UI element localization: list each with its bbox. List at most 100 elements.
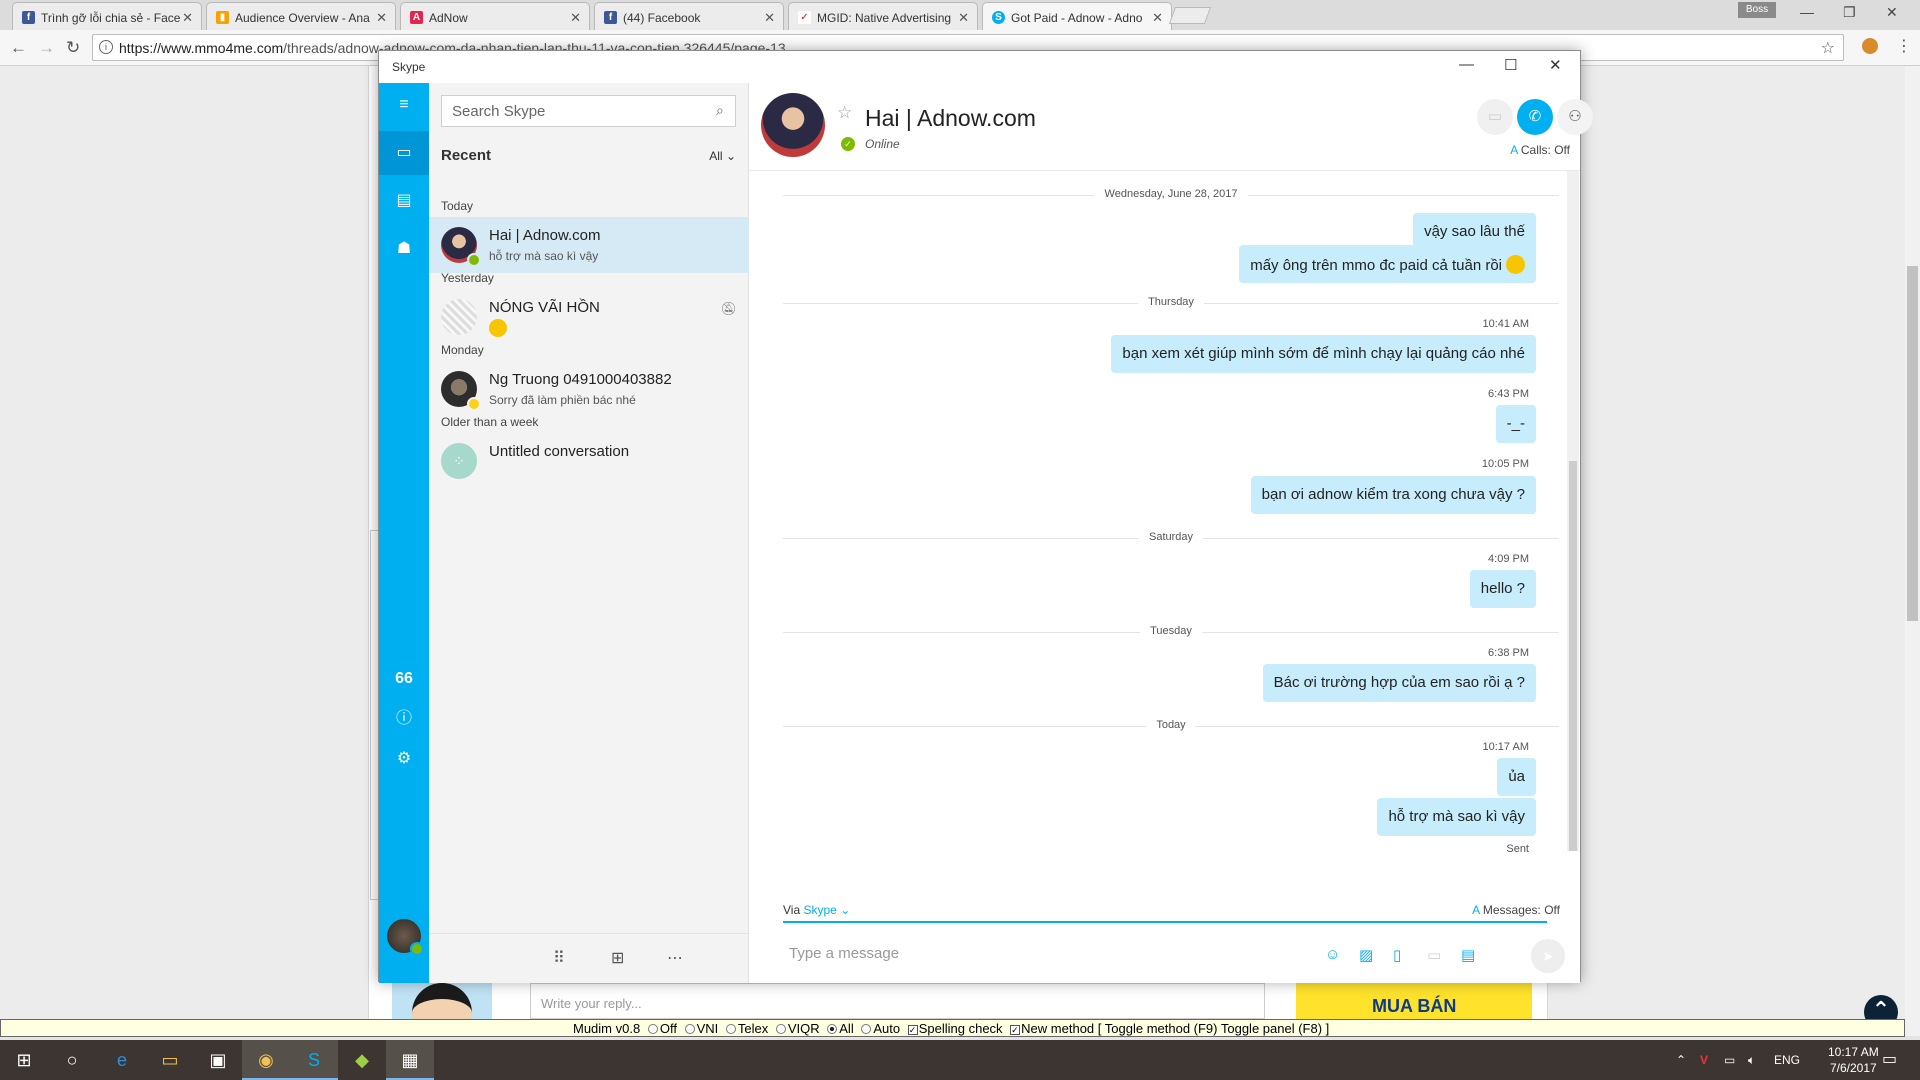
- spelling-checkbox[interactable]: ✓: [907, 1025, 918, 1035]
- translator-icon: A: [1472, 903, 1480, 917]
- contact-avatar[interactable]: [761, 93, 825, 157]
- close-icon[interactable]: ✕: [570, 10, 581, 26]
- extension-icon[interactable]: [1862, 38, 1878, 54]
- via-selector[interactable]: Via Skype ⌄: [783, 903, 850, 917]
- send-button[interactable]: ➤: [1531, 939, 1565, 973]
- maximize-icon[interactable]: ❐: [1843, 4, 1856, 21]
- system-clock[interactable]: 10:17 AM 7/6/2017: [1828, 1044, 1879, 1076]
- file-explorer-icon[interactable]: ▭: [146, 1040, 194, 1080]
- reload-icon[interactable]: ↻: [66, 38, 80, 58]
- close-window-icon[interactable]: ✕: [1886, 4, 1898, 21]
- add-people-icon[interactable]: ⚇: [1557, 99, 1593, 135]
- page-scrollbar[interactable]: [1905, 66, 1920, 1036]
- quote-icon[interactable]: 66: [379, 657, 429, 701]
- video-call-icon[interactable]: ▭: [1477, 99, 1513, 135]
- browser-tab[interactable]: A AdNow ✕: [400, 2, 590, 30]
- message-bubble[interactable]: Bác ơi trường hợp của em sao rồi ạ ?: [1262, 664, 1536, 702]
- message-bubble[interactable]: hello ?: [1469, 570, 1536, 608]
- bookmark-star-icon[interactable]: ☆: [1821, 38, 1835, 58]
- action-center-icon[interactable]: ▭: [1882, 1040, 1897, 1080]
- browser-tab[interactable]: f (44) Facebook ✕: [594, 2, 784, 30]
- conversation-item[interactable]: Ng Truong 0491000403882 Sorry đã làm phi…: [429, 361, 749, 417]
- antivirus-tray-icon[interactable]: V: [1700, 1040, 1708, 1080]
- conversation-item[interactable]: NÓNG VÃI HỒN 🔕︎: [429, 289, 749, 345]
- edge-icon[interactable]: e: [98, 1040, 146, 1080]
- back-icon[interactable]: ←: [10, 38, 27, 58]
- conversation-item[interactable]: Hai | Adnow.com hỗ trợ mà sao kì vậy: [429, 217, 749, 273]
- conversation-name: Untitled conversation: [489, 443, 630, 460]
- radio-telex[interactable]: [725, 1024, 736, 1034]
- new-method-checkbox[interactable]: ✓: [1010, 1025, 1021, 1035]
- dialpad-icon[interactable]: ⠿: [553, 948, 565, 968]
- tray-chevron-icon[interactable]: ⌃: [1676, 1040, 1686, 1080]
- new-tab-button[interactable]: [1168, 7, 1212, 24]
- message-bubble[interactable]: bạn xem xét giúp mình sớm để mình chạy l…: [1111, 335, 1536, 373]
- close-icon[interactable]: ✕: [182, 10, 193, 26]
- chat-scrollbar[interactable]: [1567, 171, 1579, 851]
- settings-gear-icon[interactable]: ⚙: [379, 737, 429, 781]
- close-icon[interactable]: ✕: [1152, 10, 1163, 26]
- message-bubble[interactable]: hỗ trợ mà sao kì vậy: [1377, 798, 1536, 836]
- message-bubble[interactable]: ủa: [1497, 758, 1536, 796]
- close-icon[interactable]: ✕: [764, 10, 775, 26]
- messages-translator-status[interactable]: A Messages: Off: [1472, 903, 1560, 917]
- radio-viqr[interactable]: [775, 1024, 786, 1034]
- close-icon[interactable]: ✕: [376, 10, 387, 26]
- start-windows-icon[interactable]: ⊞: [0, 1040, 48, 1080]
- contacts-icon[interactable]: ▤: [379, 179, 429, 223]
- favorite-star-icon[interactable]: ☆: [837, 103, 852, 123]
- language-indicator[interactable]: ENG: [1774, 1040, 1800, 1080]
- recent-filter-dropdown[interactable]: All ⌄: [709, 149, 736, 163]
- my-avatar[interactable]: [387, 919, 424, 956]
- info-icon[interactable]: i: [99, 40, 113, 54]
- cortana-search-icon[interactable]: ○: [48, 1040, 96, 1080]
- browser-menu-icon[interactable]: ⋮: [1896, 36, 1912, 56]
- reply-textarea[interactable]: Write your reply...: [530, 983, 1265, 1019]
- close-icon[interactable]: ✕: [958, 10, 969, 26]
- app-window-icon[interactable]: ▦: [386, 1040, 434, 1080]
- volume-icon[interactable]: 🔈︎: [1748, 1040, 1755, 1080]
- search-input[interactable]: Search Skype: [441, 95, 736, 127]
- audio-call-icon[interactable]: ✆: [1517, 99, 1553, 135]
- browser-tab[interactable]: ✓ MGID: Native Advertising ✕: [788, 2, 978, 30]
- store-icon[interactable]: ▣: [194, 1040, 242, 1080]
- image-icon[interactable]: ▨: [1359, 946, 1373, 964]
- bots-icon[interactable]: ☗: [379, 227, 429, 271]
- network-icon[interactable]: ▭: [1724, 1040, 1735, 1080]
- chrome-icon[interactable]: ◉: [242, 1040, 290, 1080]
- skype-taskbar-icon[interactable]: S: [290, 1040, 338, 1080]
- forward-icon[interactable]: →: [38, 38, 55, 58]
- radio-all[interactable]: [827, 1024, 838, 1034]
- ad-banner[interactable]: MUA BÁN: [1296, 980, 1532, 1021]
- skype-maximize-icon[interactable]: ☐: [1504, 56, 1517, 74]
- browser-tab[interactable]: f Trình gỡ lỗi chia sẻ - Face ✕: [12, 2, 202, 30]
- video-message-icon[interactable]: ▭: [1427, 946, 1441, 964]
- mudim-toggle-text[interactable]: [ Toggle method (F9) Toggle panel (F8) ]: [1098, 1021, 1329, 1036]
- profile-badge[interactable]: Boss: [1738, 2, 1776, 18]
- browser-tab[interactable]: ▮ Audience Overview - Ana ✕: [206, 2, 396, 30]
- help-icon[interactable]: ⓘ: [379, 697, 429, 741]
- more-options-icon[interactable]: ⋯: [667, 948, 683, 968]
- minimize-icon[interactable]: —: [1800, 4, 1814, 20]
- bluestacks-icon[interactable]: ◆: [338, 1040, 386, 1080]
- radio-off[interactable]: [647, 1024, 658, 1034]
- skype-close-icon[interactable]: ✕: [1549, 56, 1562, 74]
- calls-translator-status[interactable]: A Calls: Off: [1510, 143, 1570, 157]
- chats-icon[interactable]: ▭: [379, 131, 429, 175]
- hamburger-menu-icon[interactable]: ≡: [379, 83, 429, 127]
- file-icon[interactable]: ▯: [1393, 946, 1401, 964]
- section-monday: Monday: [441, 343, 484, 357]
- search-icon[interactable]: ⌕: [716, 102, 724, 119]
- contact-card-icon[interactable]: ▤: [1461, 946, 1475, 964]
- new-chat-icon[interactable]: ⊞: [611, 948, 624, 968]
- analytics-icon: ▮: [216, 11, 229, 24]
- message-bubble[interactable]: -_-: [1495, 405, 1536, 443]
- conversation-item[interactable]: ⁘ Untitled conversation: [429, 433, 749, 489]
- skype-minimize-icon[interactable]: —: [1459, 56, 1474, 73]
- radio-auto[interactable]: [861, 1024, 872, 1034]
- emoji-icon[interactable]: ☺: [1325, 946, 1340, 963]
- message-bubble[interactable]: mấy ông trên mmo đc paid cả tuần rồi: [1239, 245, 1536, 283]
- radio-vni[interactable]: [684, 1024, 695, 1034]
- message-bubble[interactable]: bạn ơi adnow kiểm tra xong chưa vậy ?: [1250, 476, 1536, 514]
- browser-tab-active[interactable]: S Got Paid - Adnow - Adno ✕: [982, 2, 1172, 31]
